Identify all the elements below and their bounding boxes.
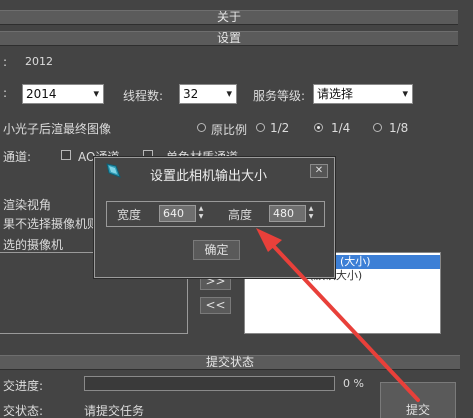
red-arrow-icon (256, 228, 420, 402)
